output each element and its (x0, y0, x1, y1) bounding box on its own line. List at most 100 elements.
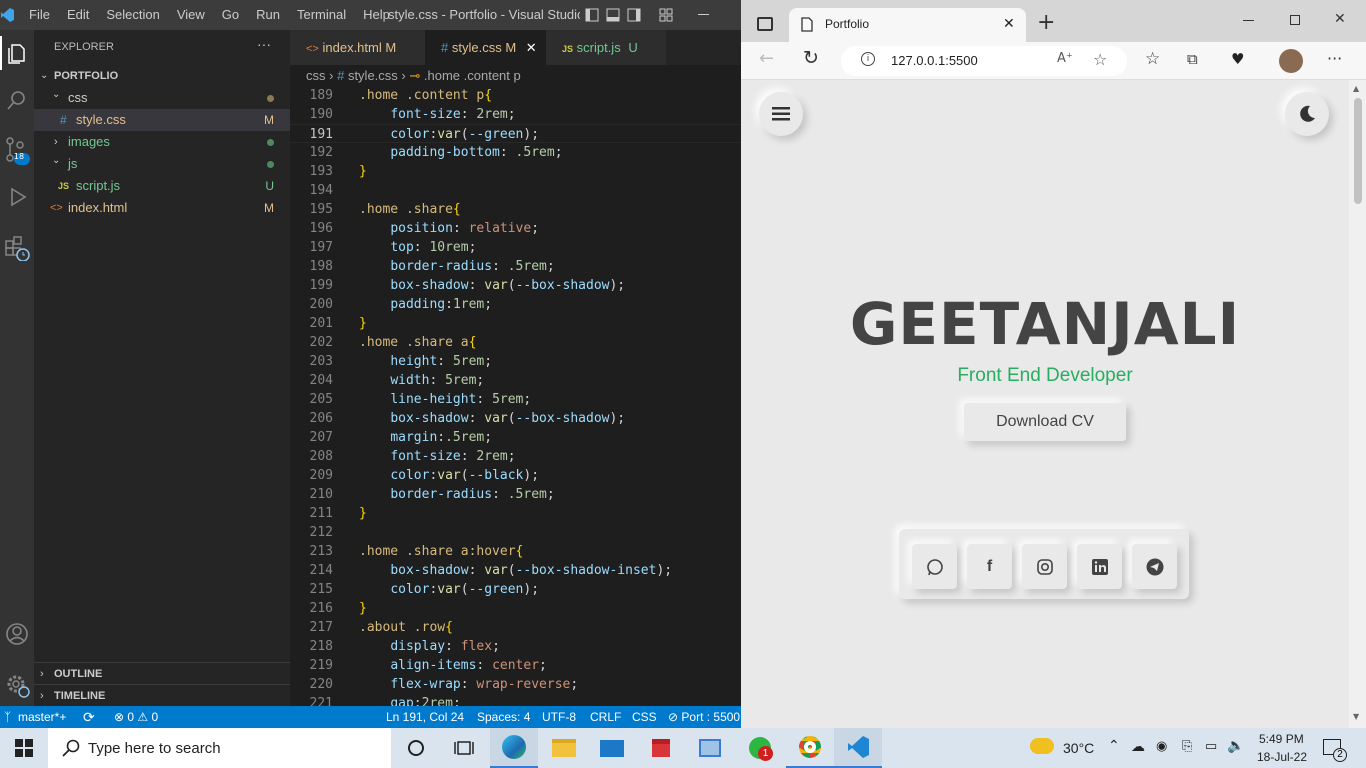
menu-go[interactable]: Go (222, 7, 239, 22)
read-aloud-icon[interactable]: A⁺ (1057, 51, 1073, 66)
code-line[interactable]: 202 .home .share a{ (290, 333, 741, 352)
close-icon[interactable]: ✕ (526, 40, 537, 55)
linkedin-link[interactable] (1077, 544, 1122, 589)
network-icon[interactable]: ◉ (1156, 738, 1167, 754)
taskbar-vscode[interactable] (834, 728, 882, 768)
search-icon[interactable] (0, 83, 34, 117)
scroll-up-icon[interactable]: ▲ (1353, 84, 1359, 93)
site-info-icon[interactable]: i (861, 52, 875, 66)
code-line[interactable]: 190 font-size: 2rem; (290, 105, 741, 124)
instagram-link[interactable] (1022, 544, 1067, 589)
close-window-icon[interactable]: ✕ (1334, 11, 1346, 27)
code-line[interactable]: 191 color:var(--green); (290, 124, 741, 143)
code-line[interactable]: 207 margin:.5rem; (290, 428, 741, 447)
refresh-icon[interactable]: ↻ (803, 47, 819, 69)
breadcrumb-file[interactable]: style.css (348, 68, 398, 83)
live-server-port[interactable]: ⊘ Port : 5500 (668, 706, 740, 728)
scroll-down-icon[interactable]: ▼ (1353, 712, 1359, 721)
extensions-icon[interactable] (0, 230, 34, 264)
language-mode[interactable]: CSS (632, 706, 657, 728)
taskbar-edge[interactable] (490, 728, 538, 768)
explorer-more-button[interactable]: ··· (257, 36, 271, 52)
sync-icon[interactable]: ⟳ (83, 706, 95, 728)
breadcrumb-symbol[interactable]: .home .content p (424, 68, 521, 83)
code-line[interactable]: 214 box-shadow: var(--box-shadow-inset); (290, 561, 741, 580)
menu-edit[interactable]: Edit (67, 7, 89, 22)
menu-button[interactable] (759, 92, 803, 136)
code-line[interactable]: 209 color:var(--black); (290, 466, 741, 485)
project-root[interactable]: ⌄ PORTFOLIO (34, 65, 290, 87)
code-line[interactable]: 199 box-shadow: var(--box-shadow); (290, 276, 741, 295)
code-line[interactable]: 189 .home .content p{ (290, 87, 741, 105)
run-debug-icon[interactable] (0, 180, 34, 214)
code-line[interactable]: 192 padding-bottom: .5rem; (290, 143, 741, 162)
cursor-position[interactable]: Ln 191, Col 24 (386, 706, 464, 728)
favorites-icon[interactable]: ☆ (1145, 49, 1160, 69)
code-line[interactable]: 220 flex-wrap: wrap-reverse; (290, 675, 741, 694)
browser-tab-portfolio[interactable]: Portfolio ✕ (789, 8, 1026, 42)
download-cv-button[interactable]: Download CV (964, 403, 1126, 441)
tree-item-css-folder[interactable]: ⌄ css (34, 87, 290, 109)
whatsapp-link[interactable] (912, 544, 957, 589)
code-line[interactable]: 197 top: 10rem; (290, 238, 741, 257)
clock-date[interactable]: 18-Jul-22 (1257, 750, 1307, 764)
code-line[interactable]: 210 border-radius: .5rem; (290, 485, 741, 504)
code-line[interactable]: 194 (290, 181, 741, 200)
outline-section[interactable]: › OUTLINE (34, 662, 290, 684)
settings-gear-icon[interactable] (0, 668, 34, 702)
code-line[interactable]: 204 width: 5rem; (290, 371, 741, 390)
code-line[interactable]: 205 line-height: 5rem; (290, 390, 741, 409)
code-line[interactable]: 206 box-shadow: var(--box-shadow); (290, 409, 741, 428)
close-icon[interactable]: ✕ (1003, 16, 1015, 32)
code-line[interactable]: 203 height: 5rem; (290, 352, 741, 371)
code-line[interactable]: 212 (290, 523, 741, 542)
menu-selection[interactable]: Selection (106, 7, 159, 22)
code-line[interactable]: 219 align-items: center; (290, 656, 741, 675)
git-branch[interactable]: master*+ (18, 706, 66, 728)
code-line[interactable]: 221 gap:2rem; (290, 694, 741, 706)
start-button[interactable] (0, 728, 48, 768)
url-text[interactable]: 127.0.0.1:5500 (891, 53, 978, 68)
address-bar[interactable]: i 127.0.0.1:5500 A⁺ ☆ (841, 46, 1127, 76)
breadcrumb-folder[interactable]: css (306, 68, 326, 83)
layout-toggle-icons[interactable] (585, 8, 685, 22)
tree-item-images-folder[interactable]: › images (34, 131, 290, 153)
theme-toggle-button[interactable] (1285, 92, 1329, 136)
code-line[interactable]: 193} (290, 162, 741, 181)
problems-indicator[interactable]: ⊗ 0 ⚠ 0 (114, 706, 158, 728)
back-icon[interactable]: ← (759, 48, 774, 69)
weather-temp[interactable]: 30°C (1063, 740, 1094, 756)
more-options-icon[interactable]: ··· (1327, 49, 1342, 68)
tab-style-css[interactable]: # style.css M ✕ (425, 30, 546, 65)
menu-file[interactable]: File (29, 7, 50, 22)
code-line[interactable]: 217 .about .row{ (290, 618, 741, 637)
code-line[interactable]: 195 .home .share{ (290, 200, 741, 219)
explorer-icon[interactable] (0, 36, 34, 70)
cortana-button[interactable] (392, 728, 440, 768)
code-line[interactable]: 215 color:var(--green); (290, 580, 741, 599)
facebook-link[interactable]: f (967, 544, 1012, 589)
clock-time[interactable]: 5:49 PM (1259, 732, 1304, 746)
new-tab-icon[interactable]: + (1037, 10, 1055, 35)
source-control-icon[interactable] (0, 134, 34, 168)
code-line[interactable]: 218 display: flex; (290, 637, 741, 656)
tree-item-js-folder[interactable]: ⌄ js (34, 153, 290, 175)
telegram-link[interactable] (1132, 544, 1177, 589)
taskbar-control-panel[interactable] (686, 728, 734, 768)
taskbar-mail[interactable] (588, 728, 636, 768)
volume-icon[interactable]: 🔈 (1227, 737, 1244, 754)
weather-icon[interactable] (1030, 738, 1054, 754)
tab-index-html[interactable]: <> index.html M (290, 30, 425, 65)
health-heart-icon[interactable]: ♥ (1231, 50, 1244, 68)
code-editor[interactable]: 189 .home .content p{190 font-size: 2rem;… (290, 87, 741, 706)
profile-avatar[interactable] (1279, 49, 1303, 73)
indentation[interactable]: Spaces: 4 (477, 706, 530, 728)
tree-item-script-js[interactable]: JS script.js U (34, 175, 290, 197)
accounts-icon[interactable] (0, 617, 34, 651)
end-of-line[interactable]: CRLF (590, 706, 621, 728)
taskbar-search-box[interactable]: Type here to search (48, 728, 391, 768)
add-favorite-icon[interactable]: ☆ (1093, 50, 1107, 69)
minimize-icon[interactable] (698, 14, 709, 15)
tree-item-index-html[interactable]: <> index.html M (34, 197, 290, 219)
menu-view[interactable]: View (177, 7, 205, 22)
